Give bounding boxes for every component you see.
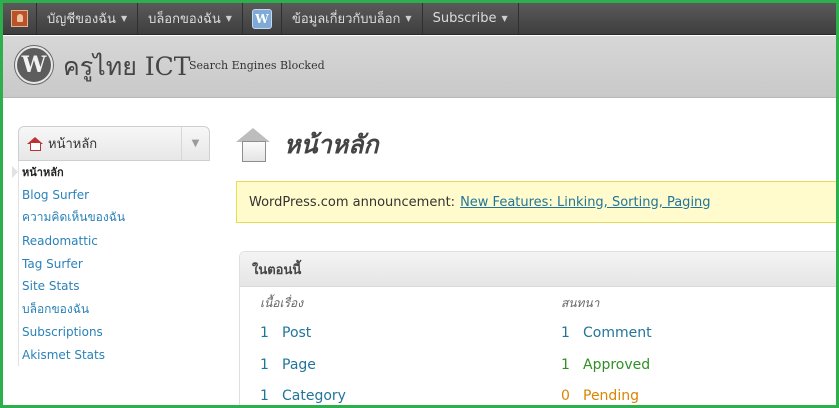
discussion-heading: สนทนา bbox=[561, 296, 600, 310]
discussion-column: สนทนา 1 Comment 1 Approved 0 Pending bbox=[561, 294, 652, 405]
right-now-title[interactable]: ในตอนนี้ bbox=[240, 252, 836, 287]
stat-label[interactable]: Approved bbox=[583, 356, 650, 388]
dashboard-menu-label: หน้าหลัก bbox=[48, 137, 98, 152]
stat-label[interactable]: Comment bbox=[583, 324, 652, 356]
chevron-down-icon: ▼ bbox=[120, 14, 128, 23]
chevron-down-icon: ▼ bbox=[225, 14, 232, 23]
avatar-menu[interactable] bbox=[3, 3, 37, 34]
screenshot-frame: บัญชีของฉัน ▼ บล็อกของฉัน ▼ W ข้อมูลเกี่… bbox=[0, 0, 839, 408]
site-subtitle: Search Engines Blocked bbox=[189, 59, 325, 72]
content-column: เนื้อเรื่อง 1 Post 1 Page 1 Category bbox=[260, 294, 346, 405]
sidebar-item-blog-surfer[interactable]: Blog Surfer bbox=[19, 184, 210, 207]
stat-count[interactable]: 1 bbox=[260, 324, 274, 356]
stat-row-pages[interactable]: 1 Page bbox=[260, 356, 346, 388]
chevron-down-icon: ▼ bbox=[405, 14, 412, 23]
page-title-row: หน้าหลัก bbox=[236, 125, 379, 165]
site-header: W ครูไทย ICT Search Engines Blocked bbox=[3, 36, 836, 98]
dashboard-submenu: หน้าหลัก Blog Surfer ความคิดเห็นของฉัน R… bbox=[12, 161, 210, 367]
menu-toggle-icon[interactable]: ▼ bbox=[181, 127, 209, 160]
sidebar-item-my-blogs[interactable]: บล็อกของฉัน bbox=[19, 298, 210, 321]
subscribe-label: Subscribe bbox=[432, 11, 497, 26]
stat-row-posts[interactable]: 1 Post bbox=[260, 324, 346, 356]
wordpress-menu[interactable]: W bbox=[243, 3, 282, 34]
stat-count[interactable]: 0 bbox=[561, 387, 575, 405]
stat-label[interactable]: Category bbox=[282, 387, 346, 405]
user-avatar-icon bbox=[11, 10, 28, 27]
sidebar-item-akismet-stats[interactable]: Akismet Stats bbox=[19, 343, 210, 366]
blog-info-label: ข้อมูลเกี่ยวกับบล็อก bbox=[291, 12, 401, 27]
chevron-down-icon: ▼ bbox=[501, 14, 508, 23]
announcement-text: WordPress.com announcement: bbox=[249, 194, 456, 210]
right-now-widget: ในตอนนี้ เนื้อเรื่อง 1 Post 1 Page 1 Cat… bbox=[239, 251, 836, 405]
admin-bar: บัญชีของฉัน ▼ บล็อกของฉัน ▼ W ข้อมูลเกี่… bbox=[3, 3, 836, 35]
announcement-link[interactable]: New Features: Linking, Sorting, Paging bbox=[460, 195, 710, 210]
house-icon bbox=[236, 128, 270, 162]
stat-row-categories[interactable]: 1 Category bbox=[260, 387, 346, 405]
sidebar-item-subscriptions[interactable]: Subscriptions bbox=[19, 321, 210, 344]
sidebar-item-my-comments[interactable]: ความคิดเห็นของฉัน bbox=[19, 207, 210, 230]
sidebar-item-readomattic[interactable]: Readomattic bbox=[19, 229, 210, 252]
sidebar-item-dashboard[interactable]: หน้าหลัก bbox=[12, 161, 210, 184]
wordpress-logo-icon: W bbox=[15, 46, 53, 84]
subscribe-menu[interactable]: Subscribe ▼ bbox=[423, 3, 519, 34]
my-blogs-menu[interactable]: บล็อกของฉัน ▼ bbox=[138, 3, 243, 34]
site-title[interactable]: ครูไทย ICT bbox=[63, 47, 190, 87]
stat-label[interactable]: Pending bbox=[583, 387, 639, 405]
stat-label[interactable]: Page bbox=[282, 356, 316, 388]
stat-count[interactable]: 1 bbox=[561, 356, 575, 388]
announcement-notice: WordPress.com announcement: New Features… bbox=[236, 181, 836, 223]
content-heading: เนื้อเรื่อง bbox=[260, 296, 304, 310]
stat-row-pending[interactable]: 0 Pending bbox=[561, 387, 652, 405]
my-blogs-label: บล็อกของฉัน bbox=[148, 12, 221, 27]
stat-count[interactable]: 1 bbox=[260, 356, 274, 388]
sidebar-item-site-stats[interactable]: Site Stats bbox=[19, 275, 210, 298]
stat-row-comments[interactable]: 1 Comment bbox=[561, 324, 652, 356]
sidebar-item-tag-surfer[interactable]: Tag Surfer bbox=[19, 252, 210, 275]
wordpress-logo-icon: W bbox=[251, 8, 272, 29]
stat-row-approved[interactable]: 1 Approved bbox=[561, 356, 652, 388]
page-title: หน้าหลัก bbox=[284, 130, 379, 159]
stat-count[interactable]: 1 bbox=[260, 387, 274, 405]
stat-label[interactable]: Post bbox=[282, 324, 311, 356]
stat-count[interactable]: 1 bbox=[561, 324, 575, 356]
my-account-label: บัญชีของฉัน bbox=[47, 12, 116, 27]
blog-info-menu[interactable]: ข้อมูลเกี่ยวกับบล็อก ▼ bbox=[282, 3, 423, 34]
my-account-menu[interactable]: บัญชีของฉัน ▼ bbox=[37, 3, 139, 34]
dashboard-menu-header[interactable]: หน้าหลัก ▼ bbox=[18, 126, 210, 161]
admin-sidebar: หน้าหลัก ▼ หน้าหลัก Blog Surfer ความคิดเ… bbox=[12, 126, 210, 367]
home-icon bbox=[27, 137, 43, 151]
